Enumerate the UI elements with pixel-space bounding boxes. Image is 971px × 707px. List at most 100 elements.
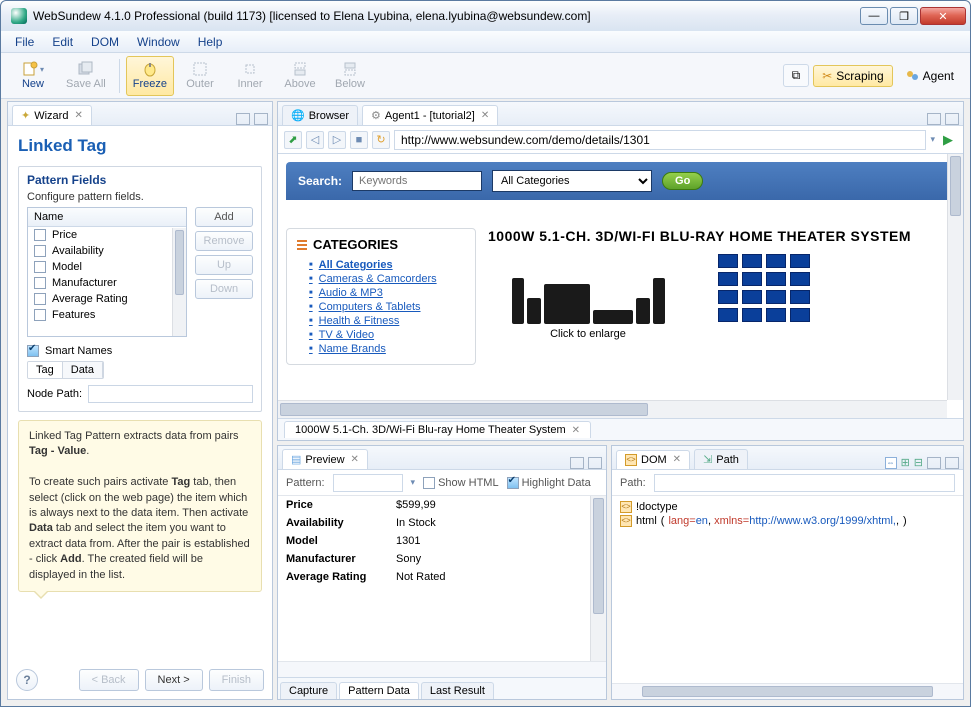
thumbnail[interactable] xyxy=(742,254,762,268)
menu-dom[interactable]: DOM xyxy=(83,33,127,51)
list-item[interactable]: Manufacturer xyxy=(28,275,186,291)
next-button[interactable]: Next > xyxy=(145,669,203,691)
thumbnail[interactable] xyxy=(766,272,786,286)
thumbnail[interactable] xyxy=(790,254,810,268)
fields-list[interactable]: Name PriceAvailabilityModelManufacturerA… xyxy=(27,207,187,337)
down-button[interactable]: Down xyxy=(195,279,253,299)
menu-help[interactable]: Help xyxy=(190,33,231,51)
agent-tab[interactable]: ⚙ Agent1 - [tutorial2] ✕ xyxy=(362,105,498,125)
field-checkbox[interactable] xyxy=(34,277,46,289)
browser-tab[interactable]: 🌐 Browser xyxy=(282,105,358,125)
minimize-view-button[interactable] xyxy=(236,113,250,125)
highlight-checkbox[interactable] xyxy=(507,477,519,489)
list-item[interactable]: Average Rating xyxy=(28,291,186,307)
thumbnail[interactable] xyxy=(718,308,738,322)
close-icon[interactable]: ✕ xyxy=(74,110,82,121)
vertical-scrollbar[interactable] xyxy=(590,496,606,661)
pattern-data-tab[interactable]: Pattern Data xyxy=(339,682,419,699)
finish-button[interactable]: Finish xyxy=(209,669,264,691)
thumbnail[interactable] xyxy=(766,290,786,304)
category-link[interactable]: Audio & MP3 xyxy=(309,286,465,300)
pattern-select[interactable] xyxy=(333,474,403,492)
thumbnail[interactable] xyxy=(790,308,810,322)
product-image[interactable] xyxy=(488,254,688,324)
list-item[interactable]: Model xyxy=(28,259,186,275)
toolbar-freeze[interactable]: Freeze xyxy=(126,56,174,96)
minimize-view-button[interactable] xyxy=(927,113,941,125)
go-button[interactable]: ▶ xyxy=(939,131,957,149)
thumbnail[interactable] xyxy=(790,272,810,286)
url-input[interactable] xyxy=(394,130,926,150)
horizontal-scrollbar[interactable] xyxy=(612,683,963,699)
category-link[interactable]: Health & Fitness xyxy=(309,314,465,328)
forward-nav-button[interactable]: ▷ xyxy=(328,131,346,149)
minimize-view-button[interactable] xyxy=(570,457,584,469)
maximize-view-button[interactable] xyxy=(945,113,959,125)
back-nav-button[interactable]: ◁ xyxy=(306,131,324,149)
link-icon[interactable]: ⇔ xyxy=(885,457,897,469)
close-icon[interactable]: ✕ xyxy=(351,454,359,465)
toolbar-new[interactable]: ▾ New xyxy=(9,56,57,96)
field-checkbox[interactable] xyxy=(34,229,46,241)
vertical-scrollbar[interactable] xyxy=(947,154,963,400)
field-checkbox[interactable] xyxy=(34,245,46,257)
refresh-button[interactable]: ↻ xyxy=(372,131,390,149)
maximize-view-button[interactable] xyxy=(254,113,268,125)
page-tab[interactable]: 1000W 5.1-Ch. 3D/Wi-Fi Blu-ray Home Thea… xyxy=(284,421,591,438)
back-button[interactable]: < Back xyxy=(79,669,139,691)
menu-edit[interactable]: Edit xyxy=(44,33,81,51)
toolbar-above[interactable]: Above xyxy=(276,56,324,96)
thumbnail[interactable] xyxy=(718,272,738,286)
thumbnail[interactable] xyxy=(790,290,810,304)
field-checkbox[interactable] xyxy=(34,261,46,273)
perspective-scraping[interactable]: ✂ Scraping xyxy=(813,65,892,87)
close-icon[interactable]: ✕ xyxy=(673,454,681,465)
perspective-open[interactable]: ⧉ xyxy=(783,64,810,87)
up-button[interactable]: Up xyxy=(195,255,253,275)
thumbnail[interactable] xyxy=(766,308,786,322)
maximize-button[interactable]: ❐ xyxy=(890,7,918,25)
category-link[interactable]: Name Brands xyxy=(309,342,465,356)
field-checkbox[interactable] xyxy=(34,309,46,321)
category-select[interactable]: All Categories xyxy=(492,170,652,192)
dom-node[interactable]: <>!doctype xyxy=(620,500,955,514)
close-icon[interactable]: ✕ xyxy=(572,425,580,436)
maximize-view-button[interactable] xyxy=(588,457,602,469)
thumbnail[interactable] xyxy=(718,290,738,304)
close-button[interactable]: ✕ xyxy=(920,7,966,25)
thumbnail[interactable] xyxy=(742,308,762,322)
toolbar-outer[interactable]: Outer xyxy=(176,56,224,96)
category-link[interactable]: All Categories xyxy=(309,258,465,272)
category-link[interactable]: Computers & Tablets xyxy=(309,300,465,314)
menu-window[interactable]: Window xyxy=(129,33,188,51)
minimize-view-button[interactable] xyxy=(927,457,941,469)
dom-path-input[interactable] xyxy=(654,474,955,492)
perspective-agent[interactable]: Agent xyxy=(897,66,962,86)
field-checkbox[interactable] xyxy=(34,293,46,305)
thumbnail[interactable] xyxy=(742,272,762,286)
toolbar-saveall[interactable]: Save All xyxy=(59,56,113,96)
capture-tab[interactable]: Capture xyxy=(280,682,337,699)
thumbnail[interactable] xyxy=(766,254,786,268)
expand-icon[interactable]: ⊞ xyxy=(901,456,910,469)
search-input[interactable] xyxy=(352,171,482,191)
path-tab[interactable]: ⇲ Path xyxy=(694,449,748,469)
wizard-tab[interactable]: ✦ Wizard ✕ xyxy=(12,105,92,125)
home-button[interactable]: ⬈ xyxy=(284,131,302,149)
add-button[interactable]: Add xyxy=(195,207,253,227)
stop-nav-button[interactable]: ■ xyxy=(350,131,368,149)
close-icon[interactable]: ✕ xyxy=(481,110,489,121)
category-link[interactable]: TV & Video xyxy=(309,328,465,342)
toolbar-inner[interactable]: Inner xyxy=(226,56,274,96)
scrollbar[interactable] xyxy=(172,228,186,336)
horizontal-scrollbar[interactable] xyxy=(278,400,947,418)
maximize-view-button[interactable] xyxy=(945,457,959,469)
collapse-icon[interactable]: ⊟ xyxy=(914,456,923,469)
dom-tree[interactable]: <>!doctype <>html (lang=en, xmlns=http:/… xyxy=(612,496,963,683)
data-tab[interactable]: Data xyxy=(63,362,103,378)
list-item[interactable]: Availability xyxy=(28,243,186,259)
thumbnail[interactable] xyxy=(718,254,738,268)
list-item[interactable]: Price xyxy=(28,227,186,243)
thumbnail[interactable] xyxy=(742,290,762,304)
toolbar-below[interactable]: Below xyxy=(326,56,374,96)
